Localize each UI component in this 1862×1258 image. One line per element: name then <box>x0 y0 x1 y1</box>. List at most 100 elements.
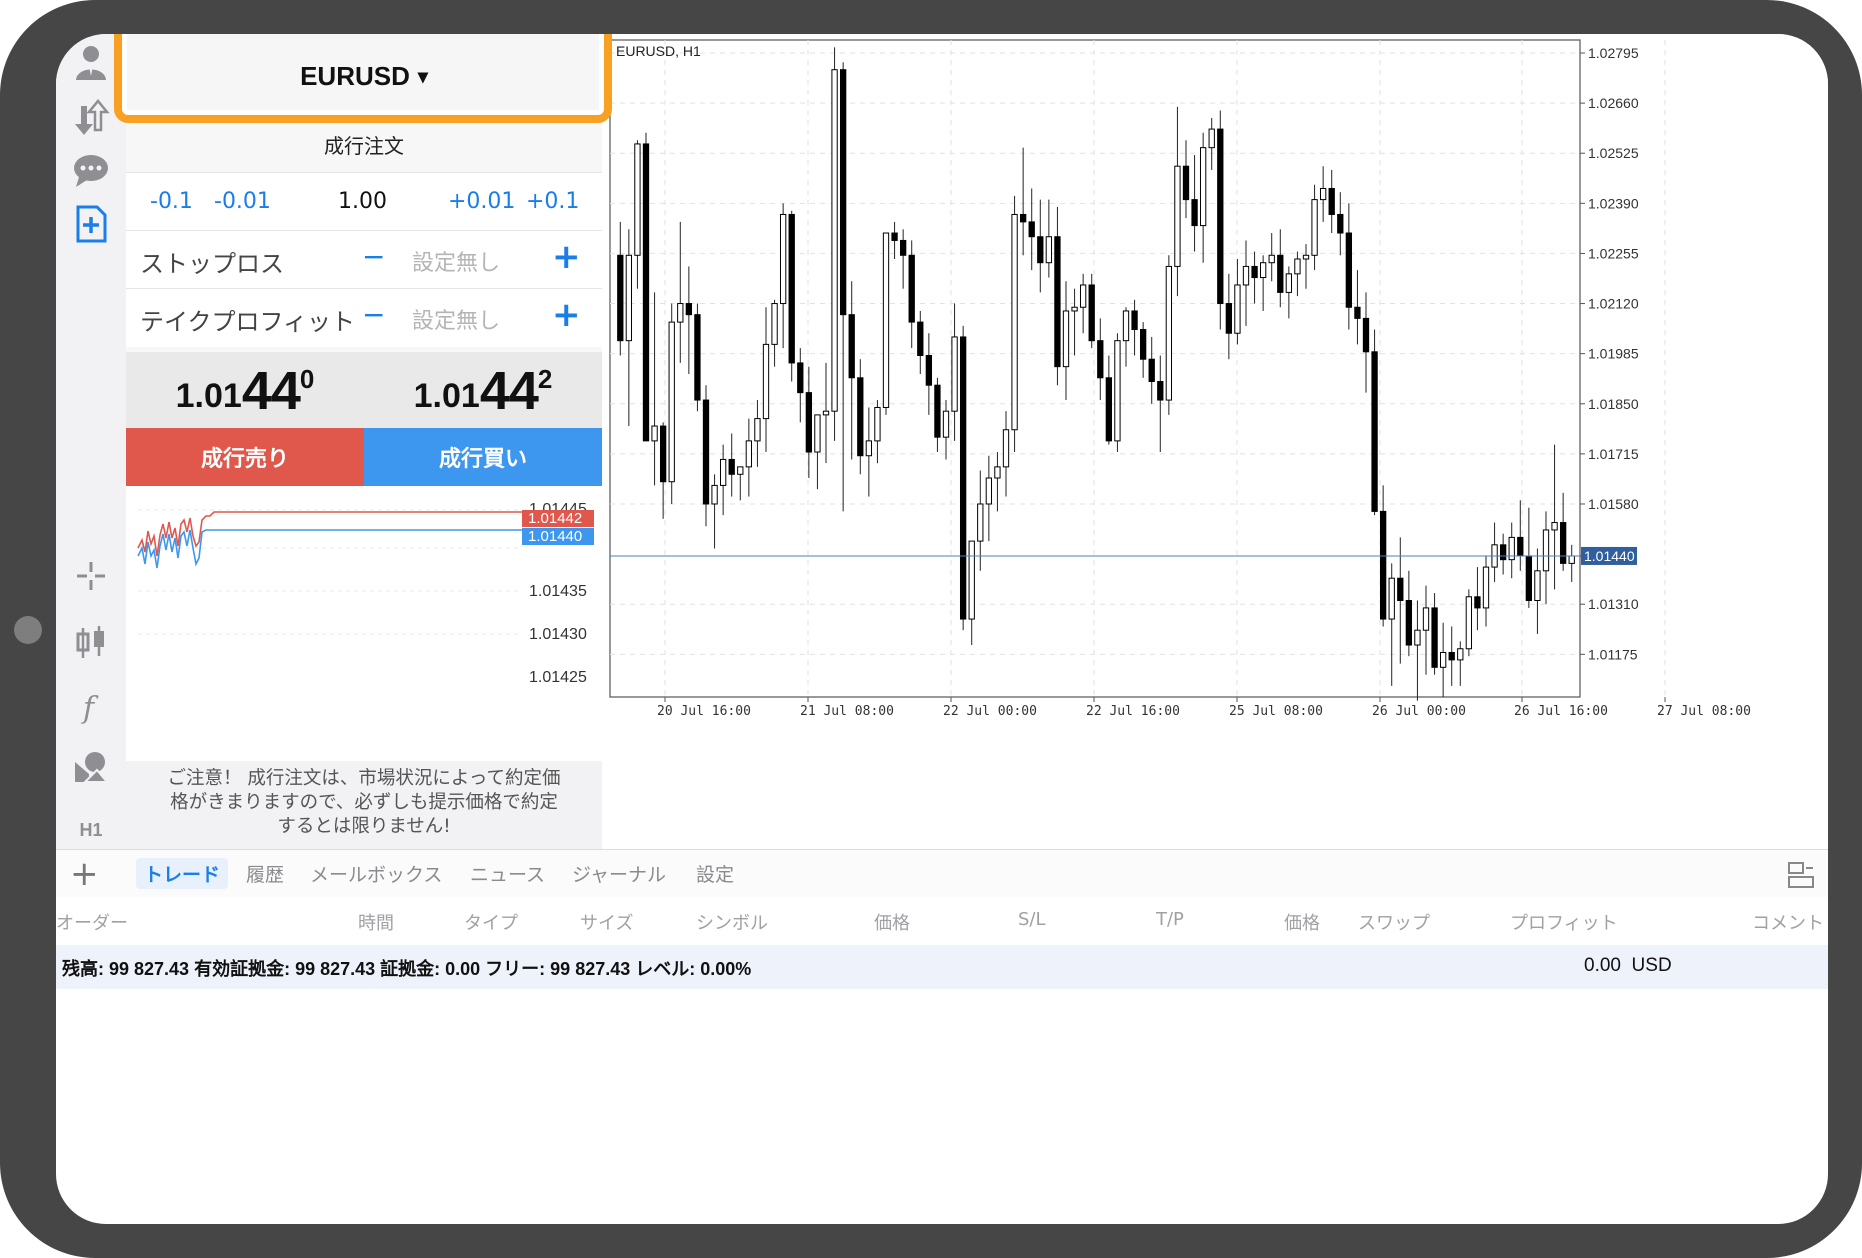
candle-bull <box>1114 340 1121 442</box>
candle-bull <box>1122 310 1130 342</box>
timeframe-button[interactable]: H1 <box>67 808 115 852</box>
candle-bull <box>1285 273 1293 293</box>
x-tick-label: 25 Jul 08:00 <box>1229 704 1323 719</box>
volume-minus-0.01-button[interactable]: -0.01 <box>214 189 271 214</box>
candle-bull <box>762 343 770 420</box>
take-profit-input[interactable]: 設定無し <box>412 303 500 335</box>
y-tick-label: 1.02255 <box>1588 245 1639 261</box>
x-tick-label: 27 Jul 08:00 <box>1657 704 1751 719</box>
tab-journal[interactable]: ジャーナル <box>572 860 666 887</box>
volume-minus-0.1-button[interactable]: -0.1 <box>150 189 193 214</box>
candle-bull <box>1208 128 1215 149</box>
tick-chart-svg: 1.01445 1.01442 1.01440 1.01435 1.01430 … <box>137 501 594 686</box>
col-price-current: 価格 <box>1284 913 1320 934</box>
chart-type-icon[interactable] <box>67 620 115 664</box>
x-tick-label: 26 Jul 00:00 <box>1372 704 1466 719</box>
home-button[interactable] <box>14 616 42 644</box>
stop-loss-input[interactable]: 設定無し <box>412 245 500 277</box>
candle-bear <box>659 425 667 483</box>
candle-bear <box>642 143 650 442</box>
tab-history[interactable]: 履歴 <box>246 860 284 887</box>
tick-bid-label: 1.01440 <box>528 528 582 545</box>
tick-ask-line <box>137 511 522 557</box>
candle-bear <box>934 384 941 438</box>
candle-bear <box>1037 236 1044 264</box>
indicators-icon[interactable]: f <box>67 684 115 728</box>
price-chart[interactable]: 1.02795 1.02660 1.02525 1.02390 1.02255 1.021… <box>602 34 1828 849</box>
symbol-selector[interactable]: EURUSD ▾ <box>126 34 602 118</box>
candle-bull <box>874 406 881 442</box>
candle-bear <box>1431 607 1438 668</box>
candle-bear <box>1337 213 1344 234</box>
crosshair-icon[interactable] <box>67 554 115 598</box>
y-tick-label: 1.01985 <box>1588 346 1639 362</box>
candle-bull <box>1259 262 1267 279</box>
candle-bear <box>1028 221 1035 238</box>
candle-bull <box>1551 522 1558 531</box>
account-summary-text: 残高: 99 827.43 有効証拠金: 99 827.43 証拠金: 0.00… <box>62 959 752 979</box>
candle-bull <box>1465 596 1473 650</box>
candle-bear <box>1559 522 1567 564</box>
tab-news[interactable]: ニュース <box>470 860 545 887</box>
candle-bull <box>771 303 778 345</box>
candle-bear <box>848 314 855 379</box>
candle-bull <box>1242 265 1250 286</box>
candle-bull <box>977 503 984 542</box>
candle-bull <box>1311 199 1318 256</box>
tab-trade[interactable]: トレード <box>136 858 229 889</box>
y-tick-label: 1.01580 <box>1588 496 1639 512</box>
candle-bull <box>625 254 633 342</box>
candle-bear <box>702 399 710 505</box>
x-tick-label: 22 Jul 16:00 <box>1086 704 1180 719</box>
volume-input[interactable]: 1.00 <box>338 189 387 214</box>
tab-mailbox[interactable]: メールボックス <box>310 860 442 887</box>
y-tick-label: 1.02795 <box>1588 45 1639 61</box>
sell-button[interactable]: 成行売り <box>126 428 364 486</box>
stop-loss-plus-button[interactable]: + <box>552 237 581 277</box>
y-tick-label: 1.01850 <box>1588 396 1639 412</box>
chat-icon[interactable] <box>67 148 115 192</box>
col-type: タイプ <box>464 913 518 934</box>
volume-plus-0.1-button[interactable]: +0.1 <box>526 189 579 214</box>
objects-icon[interactable] <box>67 744 115 788</box>
candle-bear <box>1345 232 1353 308</box>
candle-bull <box>1457 648 1464 661</box>
stop-loss-minus-button[interactable]: − <box>362 240 385 273</box>
x-tick-label: 20 Jul 16:00 <box>657 704 751 719</box>
candle-bear <box>959 336 967 620</box>
col-tp: T/P <box>1156 909 1184 930</box>
candle-bear <box>1182 165 1190 201</box>
candle-bull <box>719 458 727 486</box>
candle-bear <box>1131 310 1138 331</box>
candle-bear <box>908 254 915 323</box>
layout-icon[interactable] <box>1786 860 1816 894</box>
candle-bear <box>839 69 847 316</box>
terminal-tabbar: + トレード 履歴 メールボックス ニュース ジャーナル 設定 <box>56 849 1828 898</box>
candle-bear <box>899 239 907 256</box>
col-size: サイズ <box>580 913 634 934</box>
stop-loss-row: ストップロス − 設定無し + <box>126 230 602 289</box>
volume-plus-0.01-button[interactable]: +0.01 <box>448 189 515 214</box>
tick-chart: 1.01445 1.01442 1.01440 1.01435 1.01430 … <box>126 486 602 761</box>
add-icon[interactable]: + <box>70 854 99 894</box>
tab-settings[interactable]: 設定 <box>696 860 734 887</box>
take-profit-minus-button[interactable]: − <box>362 298 385 331</box>
candle-bear <box>1019 213 1027 223</box>
col-sl: S/L <box>1018 909 1046 930</box>
trade-arrows-icon[interactable] <box>67 96 115 140</box>
candle-bear <box>1328 187 1335 215</box>
candle-bull <box>1482 566 1490 609</box>
candle-bull <box>831 69 838 412</box>
volume-row: -0.1 -0.01 1.00 +0.01 +0.1 <box>126 172 602 231</box>
tick-label-2: 1.01435 <box>529 583 587 600</box>
candle-bear <box>1474 596 1481 609</box>
take-profit-plus-button[interactable]: + <box>552 295 581 335</box>
buy-button[interactable]: 成行買い <box>364 428 602 486</box>
candle-bear <box>1054 236 1061 368</box>
candle-bull <box>1439 651 1447 668</box>
candle-bear <box>788 213 795 364</box>
candle-bear <box>805 392 813 453</box>
candle-bull <box>1199 147 1207 227</box>
new-order-icon[interactable] <box>67 202 115 246</box>
account-icon[interactable] <box>67 40 115 84</box>
